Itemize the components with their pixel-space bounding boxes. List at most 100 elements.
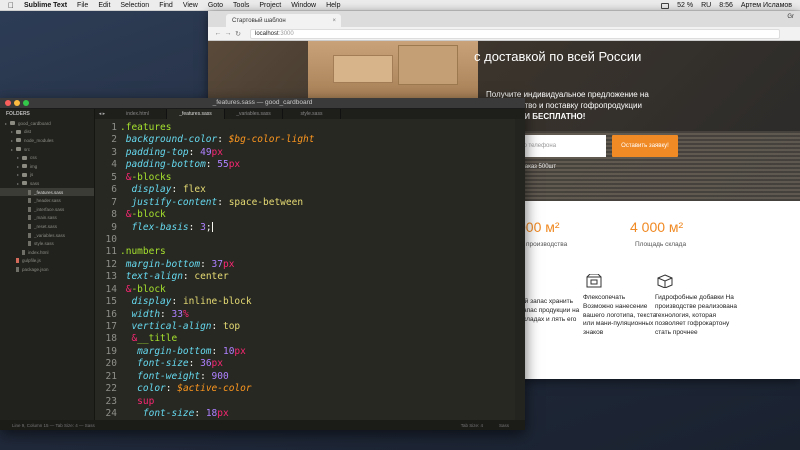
code-line[interactable]: margin-bottom: 37px (120, 259, 314, 271)
code-line[interactable] (120, 234, 314, 246)
code-line[interactable]: padding-top: 49px (120, 147, 314, 159)
menu-find[interactable]: Find (159, 2, 173, 9)
tree-file[interactable]: package.json (0, 265, 94, 274)
tree-file[interactable]: gulpfile.js (0, 257, 94, 266)
reload-icon[interactable]: ↻ (234, 30, 242, 38)
address-bar[interactable]: localhost:3000 (250, 28, 780, 39)
clock[interactable]: 8:56 (719, 2, 733, 9)
forward-icon[interactable]: → (224, 30, 232, 37)
tree-folder[interactable]: ▸ sass (0, 179, 94, 188)
code-line[interactable]: &__title (120, 333, 314, 345)
menu-view[interactable]: View (183, 2, 198, 9)
code-token: flex-basis (120, 221, 189, 233)
line-number: 12 (105, 258, 117, 270)
disclosure-arrow-icon[interactable]: ▸ (10, 147, 14, 152)
menu-file[interactable]: File (77, 2, 88, 9)
code-line[interactable]: font-weight: 900 (120, 371, 314, 383)
code-line[interactable]: padding-bottom: 55px (120, 159, 314, 171)
tree-file[interactable]: _header.sass (0, 196, 94, 205)
tree-folder[interactable]: ▸ dist (0, 128, 94, 137)
browser-profile[interactable]: Gr (787, 14, 794, 20)
tree-folder[interactable]: ▸ src (0, 145, 94, 154)
box-water-icon (657, 274, 673, 288)
code-token: : (171, 184, 183, 196)
browser-tab[interactable]: Стартовый шаблон × (226, 14, 341, 27)
tree-file[interactable]: _interface.sass (0, 205, 94, 214)
code-line[interactable]: font-size: 36px (120, 358, 314, 370)
tree-folder[interactable]: ▸ good_cardboard (0, 119, 94, 128)
tree-label: package.json (22, 266, 49, 272)
menu-edit[interactable]: Edit (98, 2, 110, 9)
code-line[interactable]: vertical-align: top (120, 321, 314, 333)
code-token: background-color (120, 134, 218, 146)
tab-style-sass[interactable]: style.sass (283, 109, 341, 119)
disclosure-arrow-icon[interactable]: ▸ (10, 138, 14, 143)
input-language[interactable]: RU (701, 2, 711, 9)
tree-folder[interactable]: ▸ node_modules (0, 136, 94, 145)
code-line[interactable]: justify-content: space-between (120, 197, 314, 209)
user-name[interactable]: Артем Исламов (741, 2, 792, 9)
tree-file[interactable]: index.html (0, 248, 94, 257)
code-line[interactable]: display: flex (120, 184, 314, 196)
tab-nav-arrows-icon[interactable]: ◂ ▸ (95, 109, 109, 119)
tree-file[interactable]: _main.sass (0, 214, 94, 223)
status-tab-size[interactable]: Tab Size: 4 (461, 423, 483, 428)
code-line[interactable]: sup (120, 396, 314, 408)
code-line[interactable]: color: $active-color (120, 383, 314, 395)
line-number: 3 (111, 146, 117, 158)
menu-tools[interactable]: Tools (233, 2, 249, 9)
code-area[interactable]: .features background-color: $bg-color-li… (120, 122, 314, 420)
tree-folder[interactable]: ▸ js (0, 171, 94, 180)
code-line[interactable]: text-align: center (120, 271, 314, 283)
tab-variables-sass[interactable]: _variables.sass (225, 109, 283, 119)
code-line[interactable]: &-blocks (120, 172, 314, 184)
battery-icon[interactable] (661, 2, 670, 9)
tab-features-sass[interactable]: _features.sass (167, 109, 225, 119)
tree-file[interactable]: _variables.sass (0, 231, 94, 240)
menu-project[interactable]: Project (259, 2, 281, 9)
code-token: top (222, 321, 241, 332)
code-line[interactable]: background-color: $bg-color-light (120, 134, 315, 146)
code-line[interactable]: .features (120, 122, 314, 134)
disclosure-arrow-icon[interactable]: ▸ (10, 129, 14, 134)
disclosure-arrow-icon[interactable]: ▸ (16, 181, 20, 186)
tree-file[interactable]: _features.sass (0, 187, 94, 197)
code-line[interactable]: display: inline-block (120, 296, 314, 308)
menu-goto[interactable]: Goto (208, 2, 223, 9)
code-line[interactable]: .numbers (120, 246, 314, 258)
code-token: center (194, 271, 229, 283)
back-icon[interactable]: ← (214, 30, 222, 37)
feature-text: ый запас хранить запас продукции на скла… (520, 298, 580, 323)
status-syntax[interactable]: Sass (499, 423, 509, 428)
disclosure-arrow-icon[interactable]: ▸ (16, 172, 20, 177)
menu-help[interactable]: Help (326, 2, 340, 9)
menu-app-name[interactable]: Sublime Text (24, 2, 67, 9)
tab-index-html[interactable]: index.html (109, 109, 167, 119)
code-line[interactable]: margin-bottom: 10px (120, 346, 314, 358)
submit-request-button[interactable]: Оставить заявку! (612, 135, 678, 157)
code-editor[interactable]: 1 2 3 4 5 6 7 8 9 10 11 12 13 14 15 16 17 18 19 20 21 22 23 24 … (95, 119, 525, 420)
code-line[interactable]: font-size: 18px (120, 408, 314, 420)
code-line[interactable]: width: 33% (120, 309, 314, 321)
close-tab-icon[interactable]: × (332, 18, 336, 24)
code-token: & (120, 283, 132, 295)
tree-folder[interactable]: ▸ img (0, 162, 94, 171)
line-number: 5 (111, 171, 117, 183)
tree-label: gulpfile.js (22, 258, 41, 264)
code-token: $bg-color-light (228, 134, 315, 146)
code-line[interactable]: flex-basis: 3; (120, 222, 314, 234)
code-line[interactable]: &-block (120, 209, 314, 221)
tree-file[interactable]: style.sass (0, 239, 94, 248)
apple-icon[interactable]:  (8, 1, 16, 10)
disclosure-arrow-icon[interactable]: ▸ (4, 121, 8, 126)
tree-file[interactable]: _reset.sass (0, 222, 94, 231)
menu-window[interactable]: Window (291, 2, 316, 9)
menu-selection[interactable]: Selection (120, 2, 149, 9)
tree-folder[interactable]: ▸ css (0, 153, 94, 162)
code-line[interactable]: &-block (120, 284, 314, 296)
box-shape (333, 55, 393, 83)
disclosure-arrow-icon[interactable]: ▸ (16, 155, 20, 160)
code-token: : (200, 258, 212, 270)
minimap[interactable] (515, 119, 525, 420)
disclosure-arrow-icon[interactable]: ▸ (16, 164, 20, 169)
